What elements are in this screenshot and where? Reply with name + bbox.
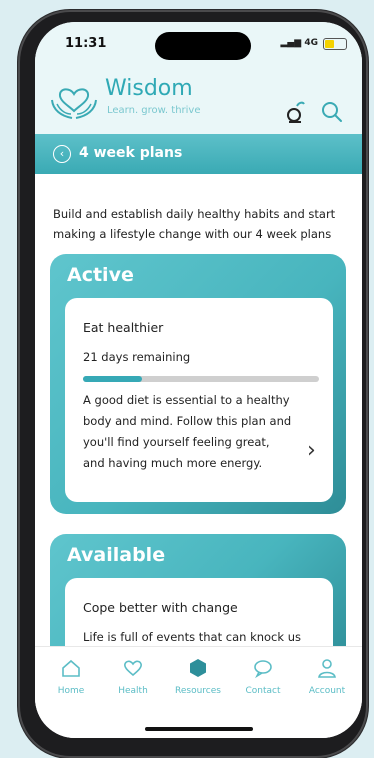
days-remaining: 21 days remaining — [83, 350, 191, 364]
tab-label: Contact — [245, 686, 281, 696]
chat-icon — [254, 660, 272, 679]
heart-icon — [124, 660, 142, 677]
tab-health[interactable]: Health — [101, 657, 165, 696]
active-plans-section: Active Eat healthier 21 days remaining A… — [50, 254, 346, 514]
brand-name: Wisdom — [105, 76, 193, 101]
plan-progress-fill — [83, 376, 142, 382]
home-icon — [62, 659, 80, 677]
plan-title: Cope better with change — [83, 600, 238, 615]
status-bar: 11:31 ▂▄▆ 4G — [35, 22, 362, 72]
search-icon[interactable] — [320, 100, 344, 124]
tab-label: Account — [308, 686, 346, 696]
app-screen: 11:31 ▂▄▆ 4G Wisdom Learn. grow. thrive … — [35, 22, 362, 738]
status-time: 11:31 — [65, 36, 107, 51]
tab-resources[interactable]: Resources — [166, 657, 230, 696]
tab-account[interactable]: Account — [295, 657, 359, 696]
plan-description: A good diet is essential to a healthy bo… — [83, 393, 292, 470]
battery-icon — [323, 38, 347, 50]
tab-label: Health — [118, 686, 148, 696]
heart-hands-logo-icon — [51, 88, 97, 119]
partner-logo-icon[interactable] — [285, 100, 307, 126]
home-indicator[interactable] — [145, 727, 253, 731]
network-label: 4G — [304, 38, 318, 48]
back-chevron-icon[interactable]: ‹ — [53, 145, 71, 163]
section-banner: ‹ 4 week plans — [35, 134, 362, 174]
brand-tagline: Learn. grow. thrive — [107, 105, 201, 116]
plan-progress-bar — [83, 376, 319, 382]
plan-description: Life is full of events that can knock us — [83, 630, 301, 644]
tab-label: Home — [57, 686, 85, 696]
tab-home[interactable]: Home — [39, 657, 103, 696]
chevron-right-icon[interactable]: › — [307, 438, 316, 463]
plan-card-eat-healthier[interactable]: Eat healthier 21 days remaining A good d… — [65, 298, 333, 502]
resources-icon — [190, 659, 206, 677]
intro-text: Build and establish daily healthy habits… — [53, 207, 336, 241]
dynamic-island — [155, 32, 251, 60]
available-heading: Available — [67, 544, 166, 566]
tab-label: Resources — [175, 686, 221, 696]
plan-title: Eat healthier — [83, 320, 164, 335]
tab-contact[interactable]: Contact — [231, 657, 295, 696]
user-icon — [318, 659, 336, 678]
signal-indicator: ▂▄▆ 4G — [280, 38, 318, 48]
bottom-tab-bar: Home Health Resources Contact Account — [35, 646, 362, 738]
app-header: Wisdom Learn. grow. thrive — [35, 72, 362, 134]
active-heading: Active — [67, 264, 134, 286]
section-title: 4 week plans — [79, 145, 183, 161]
